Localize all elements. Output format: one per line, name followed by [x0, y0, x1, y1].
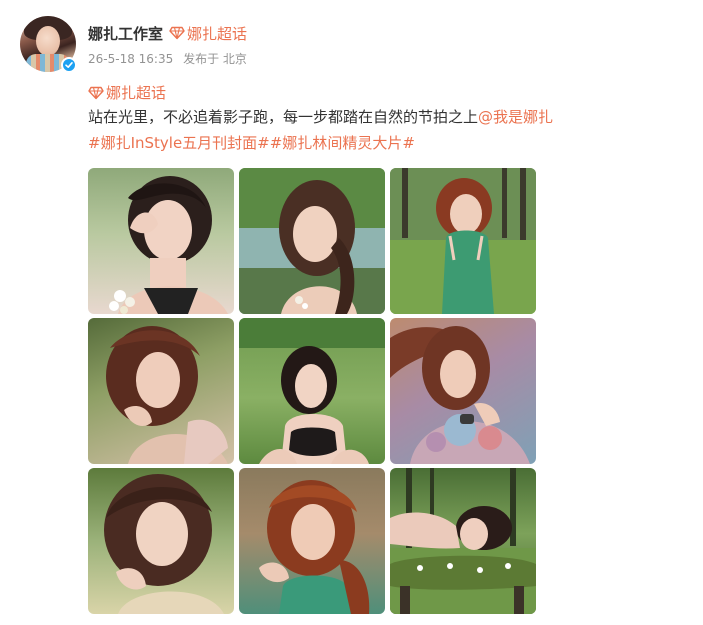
photo-image [390, 168, 536, 314]
photo-image [106, 326, 228, 464]
photo-grid [88, 168, 536, 614]
mention-link[interactable]: @我是娜扎 [478, 108, 553, 126]
super-topic-link[interactable]: 娜扎超话 [169, 23, 247, 44]
topic-label: 娜扎超话 [106, 84, 167, 102]
post-text-content: 站在光里，不必追着影子跑，每一步都踏在自然的节拍之上 [88, 108, 479, 126]
meta-row: 26-5-18 16:35 发布于 北京 [88, 50, 253, 67]
diamond-icon [169, 26, 185, 40]
photo-image [390, 468, 536, 614]
photo-image [239, 318, 385, 464]
photo-image [109, 176, 228, 314]
photo-image [259, 480, 370, 614]
verified-badge-icon [61, 57, 77, 73]
photo-5[interactable] [239, 318, 385, 464]
photo-7[interactable] [88, 468, 234, 614]
topic-link[interactable]: 娜扎超话 [88, 82, 166, 103]
post-source: 发布于 北京 [183, 52, 247, 66]
author-name[interactable]: 娜扎工作室 [88, 23, 163, 44]
photo-1[interactable] [88, 168, 234, 314]
photo-image [390, 326, 530, 464]
avatar-face [36, 26, 60, 56]
photo-9[interactable] [390, 468, 536, 614]
photo-image [239, 168, 385, 314]
check-icon [65, 62, 73, 68]
photo-image [104, 474, 224, 614]
weibo-post: 娜扎工作室 娜扎超话 26-5-18 16:35 发布于 北京 娜扎超话 站在光… [0, 0, 703, 625]
post-text: 站在光里，不必追着影子跑，每一步都踏在自然的节拍之上@我是娜扎 [88, 106, 553, 127]
author-row: 娜扎工作室 娜扎超话 [88, 22, 247, 44]
diamond-icon [88, 86, 104, 99]
photo-4[interactable] [88, 318, 234, 464]
hashtags[interactable]: #娜扎InStyle五月刊封面##娜扎林间精灵大片# [88, 132, 415, 153]
photo-8[interactable] [239, 468, 385, 614]
super-topic-label: 娜扎超话 [187, 24, 248, 43]
photo-6[interactable] [390, 318, 536, 464]
post-timestamp[interactable]: 26-5-18 16:35 [88, 52, 173, 66]
photo-3[interactable] [390, 168, 536, 314]
photo-2[interactable] [239, 168, 385, 314]
